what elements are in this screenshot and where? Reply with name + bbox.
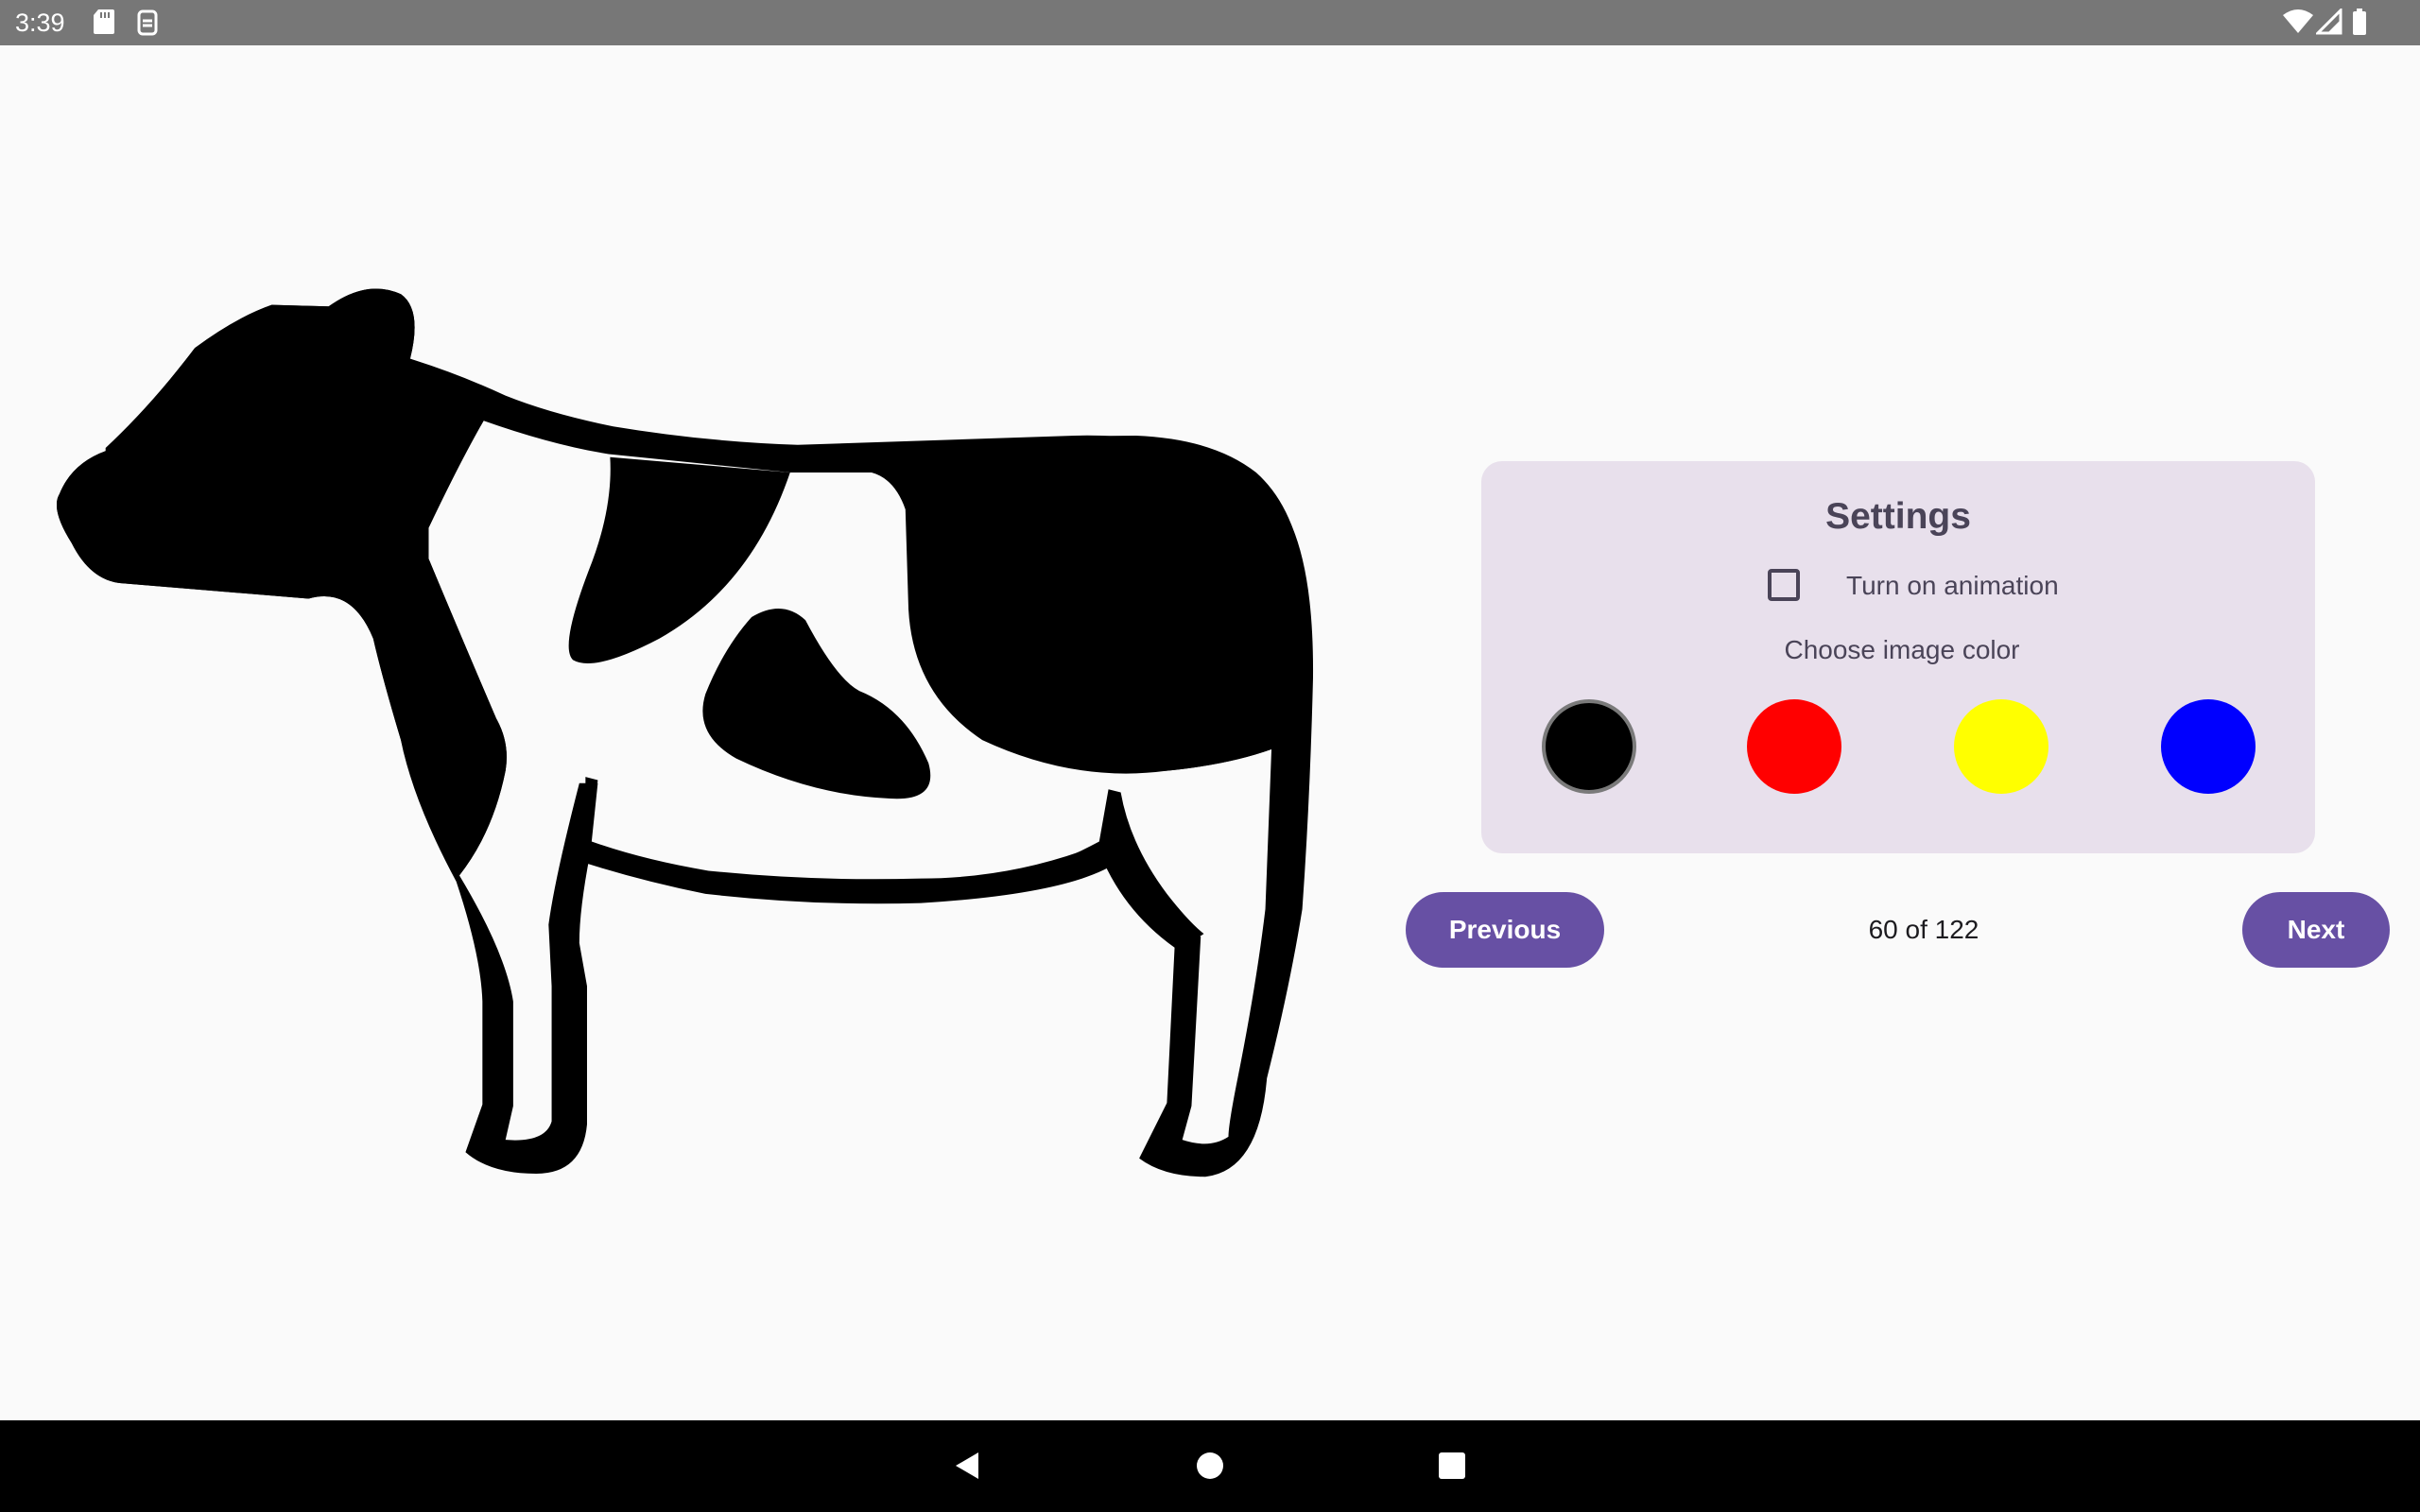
system-nav-bar: [0, 1420, 2420, 1512]
home-icon[interactable]: [1193, 1449, 1227, 1483]
color-swatch-black[interactable]: [1542, 699, 1636, 794]
previous-button[interactable]: Previous: [1406, 892, 1604, 968]
animation-checkbox[interactable]: [1768, 569, 1800, 601]
page-counter: 60 of 122: [1868, 915, 1979, 944]
color-label: Choose image color: [1784, 635, 2020, 664]
settings-card: Settings Turn on animation Choose image …: [1481, 461, 2315, 853]
wifi-icon: [2283, 9, 2313, 33]
animation-label[interactable]: Turn on animation: [1846, 570, 2059, 602]
sd-card-icon: [94, 9, 114, 34]
battery-icon: [2353, 9, 2366, 35]
back-icon[interactable]: [950, 1449, 984, 1483]
color-swatch-blue[interactable]: [2161, 699, 2256, 794]
next-button[interactable]: Next: [2242, 892, 2390, 968]
cell-signal-icon: [2316, 9, 2342, 35]
sync-icon: [137, 9, 158, 36]
settings-title: Settings: [1825, 496, 1971, 537]
color-swatch-red[interactable]: [1747, 699, 1841, 794]
recents-icon[interactable]: [1435, 1449, 1469, 1483]
color-swatch-yellow[interactable]: [1954, 699, 2048, 794]
status-bar: 3:39: [0, 0, 2420, 45]
status-time: 3:39: [15, 9, 65, 37]
cow-image: [57, 288, 1313, 1177]
